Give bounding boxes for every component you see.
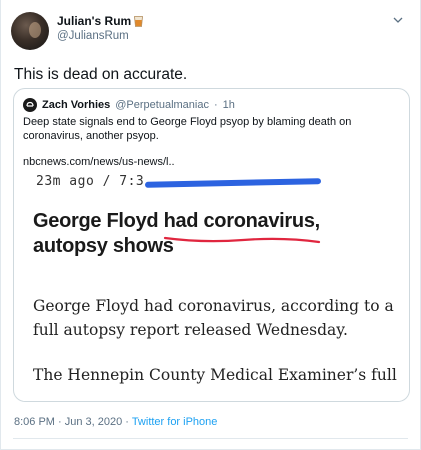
- article-paragraph-2: The Hennepin County Medical Examiner’s f…: [33, 366, 397, 384]
- footer-divider: [13, 438, 408, 439]
- blue-marker-scribble: [144, 178, 322, 188]
- tweet-source-link[interactable]: Twitter for iPhone: [132, 416, 218, 428]
- quoted-time: 1h: [222, 99, 235, 111]
- quoted-author-handle: @Perpetualmaniac: [115, 99, 209, 111]
- quoted-tweet[interactable]: Zach Vorhies @Perpetualmaniac · 1h Deep …: [13, 88, 410, 402]
- footer-separator: ·: [122, 416, 132, 428]
- tweet-timestamp[interactable]: 8:06 PM · Jun 3, 2020: [14, 416, 122, 428]
- author-name-row[interactable]: Julian's Rum: [57, 14, 144, 29]
- author-avatar[interactable]: [11, 12, 49, 50]
- tweet-card: Julian's Rum @JuliansRum This is dead on…: [0, 0, 421, 450]
- quoted-separator: ·: [213, 99, 218, 111]
- rum-glass-icon: [134, 16, 144, 27]
- article-timestamp: 23m ago / 7:3: [36, 174, 145, 189]
- more-options-chevron-down-icon[interactable]: [390, 12, 406, 28]
- article-screenshot: 23m ago / 7:3 George Floyd had coronavir…: [23, 174, 402, 401]
- tweet-footer: 8:06 PM · Jun 3, 2020 · Twitter for iPho…: [14, 416, 217, 428]
- author-block[interactable]: Julian's Rum @JuliansRum: [57, 14, 144, 44]
- author-handle[interactable]: @JuliansRum: [57, 29, 143, 44]
- quoted-author-name: Zach Vorhies: [42, 99, 111, 111]
- red-underline-scribble: [163, 236, 321, 244]
- quoted-tweet-text: Deep state signals end to George Floyd p…: [23, 116, 352, 142]
- author-name[interactable]: Julian's Rum: [57, 14, 131, 29]
- quoted-author-avatar: [23, 98, 37, 112]
- tweet-text: This is dead on accurate.: [14, 66, 188, 83]
- quoted-tweet-header: Zach Vorhies @Perpetualmaniac · 1h: [23, 98, 235, 112]
- article-paragraph-1: George Floyd had coronavirus, according …: [33, 297, 394, 339]
- quoted-tweet-link[interactable]: nbcnews.com/news/us-news/l..: [23, 156, 175, 168]
